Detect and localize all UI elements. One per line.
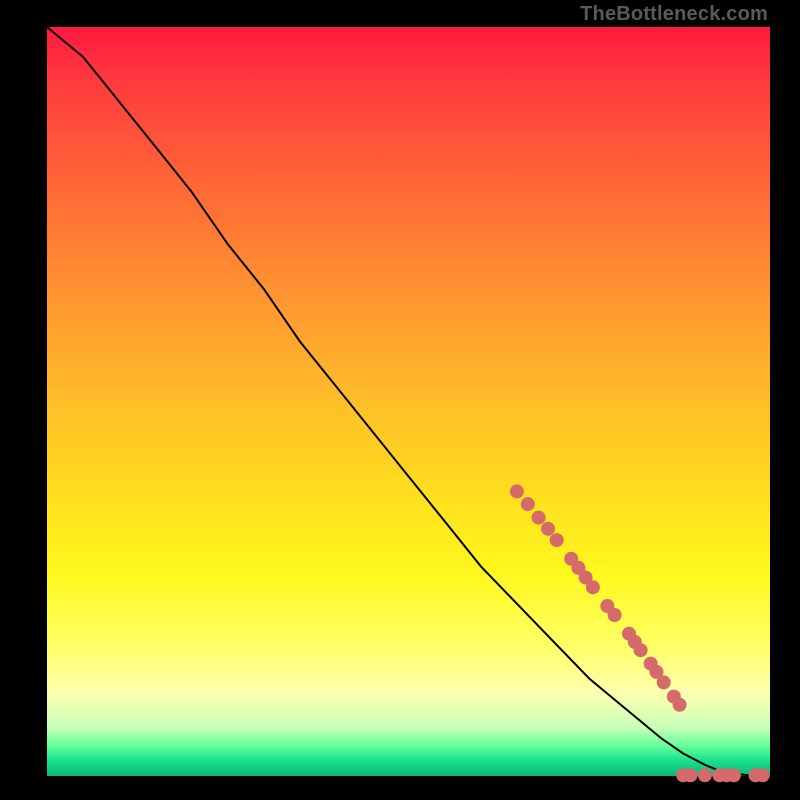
data-marker (698, 768, 712, 782)
marker-layer (510, 484, 770, 782)
data-marker (521, 497, 535, 511)
data-marker (541, 522, 555, 536)
data-marker (756, 768, 770, 782)
data-marker (657, 675, 671, 689)
data-marker (634, 643, 648, 657)
data-marker (510, 484, 524, 498)
data-marker (684, 768, 698, 782)
data-marker (550, 533, 564, 547)
data-marker (586, 580, 600, 594)
chart-svg (47, 27, 770, 776)
chart-stage: TheBottleneck.com (0, 0, 800, 800)
plot-area (47, 27, 770, 776)
data-marker (673, 698, 687, 712)
data-marker (727, 768, 741, 782)
main-curve (47, 27, 770, 776)
data-marker (532, 511, 546, 525)
watermark-text: TheBottleneck.com (580, 4, 768, 24)
data-marker (608, 608, 622, 622)
